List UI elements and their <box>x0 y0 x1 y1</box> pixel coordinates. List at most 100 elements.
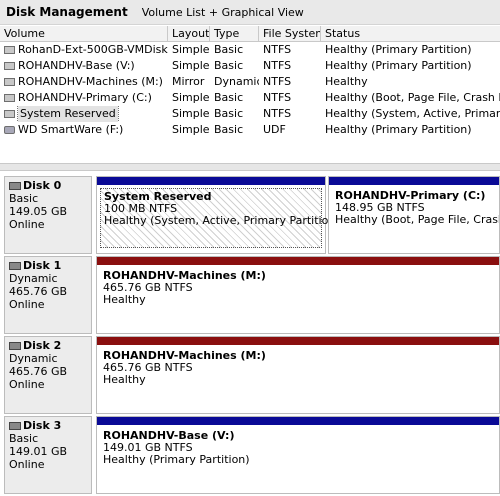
volume-row[interactable]: ROHANDHV-Machines (M:) Mirror Dynamic NT… <box>0 74 500 90</box>
volume-cell: WD SmartWare (F:) <box>0 122 168 138</box>
disk-label: Disk 1 <box>23 259 62 272</box>
type-cell: Basic <box>214 59 244 72</box>
partition-size: 465.76 GB NTFS <box>103 281 193 294</box>
disk-size: 465.76 GB <box>9 365 68 378</box>
disk-size: 149.01 GB <box>9 445 68 458</box>
column-header-layout[interactable]: Layout <box>168 26 210 41</box>
partition-size: 465.76 GB NTFS <box>103 361 193 374</box>
partition-body: System Reserved 100 MB NTFS Healthy (Sys… <box>100 188 340 248</box>
disk-info[interactable]: Disk 1 Dynamic 465.76 GB Online <box>4 256 92 334</box>
fs-cell: NTFS <box>263 59 292 72</box>
partition-bar <box>97 417 499 425</box>
partition-status: Healthy (Primary Partition) <box>103 453 250 466</box>
partition-status: Healthy (System, Active, Primary Partiti… <box>104 214 340 227</box>
partition[interactable]: ROHANDHV-Machines (M:) 465.76 GB NTFS He… <box>96 256 500 334</box>
volume-name: ROHANDHV-Base (V:) <box>18 59 135 72</box>
layout-cell: Simple <box>172 107 210 120</box>
status-cell: Healthy (Primary Partition) <box>325 43 472 56</box>
type-cell: Basic <box>214 107 244 120</box>
partition[interactable]: ROHANDHV-Machines (M:) 465.76 GB NTFS He… <box>96 336 500 414</box>
external-drive-icon <box>4 126 15 134</box>
volume-name: System Reserved <box>17 106 119 122</box>
status-cell: Healthy (System, Active, Primary Partiti <box>325 107 500 120</box>
volume-cell: ROHANDHV-Base (V:) <box>0 58 168 74</box>
volume-row[interactable]: ROHANDHV-Primary (C:) Simple Basic NTFS … <box>0 90 500 106</box>
volume-row[interactable]: RohanD-Ext-500GB-VMDisk (G:) Simple Basi… <box>0 42 500 58</box>
fs-cell: NTFS <box>263 75 292 88</box>
pane-splitter[interactable] <box>0 163 500 171</box>
status-cell: Healthy (Primary Partition) <box>325 59 472 72</box>
disk-row: Disk 0 Basic 149.05 GB Online System Res… <box>4 176 500 254</box>
status-cell: Healthy <box>325 75 368 88</box>
disk-icon <box>9 421 21 430</box>
window-title: Disk Management <box>6 5 128 19</box>
status-cell: Healthy (Boot, Page File, Crash Dump, <box>325 91 500 104</box>
disk-icon <box>9 341 21 350</box>
partition-bar <box>97 257 499 265</box>
disk-state: Online <box>9 298 45 311</box>
volume-cell: RohanD-Ext-500GB-VMDisk (G:) <box>0 42 168 58</box>
layout-cell: Simple <box>172 59 210 72</box>
disk-state: Online <box>9 218 45 231</box>
volume-list-header: Volume Layout Type File System Status <box>0 26 500 42</box>
disk-icon <box>9 261 21 270</box>
column-header-status[interactable]: Status <box>321 26 500 41</box>
column-header-type[interactable]: Type <box>210 26 259 41</box>
volume-icon <box>4 110 15 118</box>
disk-info[interactable]: Disk 3 Basic 149.01 GB Online <box>4 416 92 494</box>
layout-cell: Mirror <box>172 75 205 88</box>
disk-kind: Basic <box>9 432 39 445</box>
layout-cell: Simple <box>172 91 210 104</box>
column-header-file-system[interactable]: File System <box>259 26 321 41</box>
volume-name: ROHANDHV-Primary (C:) <box>18 91 152 104</box>
disk-info[interactable]: Disk 0 Basic 149.05 GB Online <box>4 176 92 254</box>
volume-name: WD SmartWare (F:) <box>18 123 124 136</box>
disk-state: Online <box>9 458 45 471</box>
volume-list: RohanD-Ext-500GB-VMDisk (G:) Simple Basi… <box>0 42 500 138</box>
partition-body: ROHANDHV-Primary (C:) 148.95 GB NTFS Hea… <box>332 188 499 248</box>
volume-icon <box>4 62 15 70</box>
volume-icon <box>4 94 15 102</box>
volume-name: RohanD-Ext-500GB-VMDisk (G:) <box>18 43 168 56</box>
disk-kind: Dynamic <box>9 272 58 285</box>
type-cell: Basic <box>214 123 244 136</box>
fs-cell: NTFS <box>263 43 292 56</box>
disk-row: Disk 2 Dynamic 465.76 GB Online ROHANDHV… <box>4 336 500 414</box>
volume-row[interactable]: ROHANDHV-Base (V:) Simple Basic NTFS Hea… <box>0 58 500 74</box>
disk-size: 149.05 GB <box>9 205 68 218</box>
layout-cell: Simple <box>172 123 210 136</box>
disk-kind: Dynamic <box>9 352 58 365</box>
partition-body: ROHANDHV-Base (V:) 149.01 GB NTFS Health… <box>100 428 496 488</box>
column-header-volume[interactable]: Volume <box>0 26 168 41</box>
disk-icon <box>9 181 21 190</box>
partition-bar <box>97 177 325 185</box>
partition[interactable]: ROHANDHV-Primary (C:) 148.95 GB NTFS Hea… <box>328 176 500 254</box>
disk-row: Disk 3 Basic 149.01 GB Online ROHANDHV-B… <box>4 416 500 494</box>
status-cell: Healthy (Primary Partition) <box>325 123 472 136</box>
disk-info[interactable]: Disk 2 Dynamic 465.76 GB Online <box>4 336 92 414</box>
disk-label: Disk 0 <box>23 179 62 192</box>
volume-icon <box>4 46 15 54</box>
graphical-view: Disk 0 Basic 149.05 GB Online System Res… <box>0 171 500 496</box>
volume-cell: ROHANDHV-Machines (M:) <box>0 74 168 90</box>
volume-row[interactable]: WD SmartWare (F:) Simple Basic UDF Healt… <box>0 122 500 138</box>
layout-cell: Simple <box>172 43 210 56</box>
disk-state: Online <box>9 378 45 391</box>
title-bar: Disk Management Volume List + Graphical … <box>0 0 500 25</box>
disk-row: Disk 1 Dynamic 465.76 GB Online ROHANDHV… <box>4 256 500 334</box>
volume-cell: ROHANDHV-Primary (C:) <box>0 90 168 106</box>
type-cell: Basic <box>214 43 244 56</box>
partition-bar <box>97 337 499 345</box>
partition-status: Healthy (Boot, Page File, Crash Dump, P <box>335 213 499 226</box>
volume-row-selected[interactable]: System Reserved Simple Basic NTFS Health… <box>0 106 500 122</box>
volume-cell: System Reserved <box>0 106 168 122</box>
fs-cell: NTFS <box>263 91 292 104</box>
disk-label: Disk 2 <box>23 339 62 352</box>
fs-cell: NTFS <box>263 107 292 120</box>
partition-body: ROHANDHV-Machines (M:) 465.76 GB NTFS He… <box>100 268 496 328</box>
partition[interactable]: System Reserved 100 MB NTFS Healthy (Sys… <box>96 176 340 254</box>
partition-bar <box>329 177 499 185</box>
partition[interactable]: ROHANDHV-Base (V:) 149.01 GB NTFS Health… <box>96 416 500 494</box>
type-cell: Dynamic <box>214 75 259 88</box>
disk-size: 465.76 GB <box>9 285 68 298</box>
